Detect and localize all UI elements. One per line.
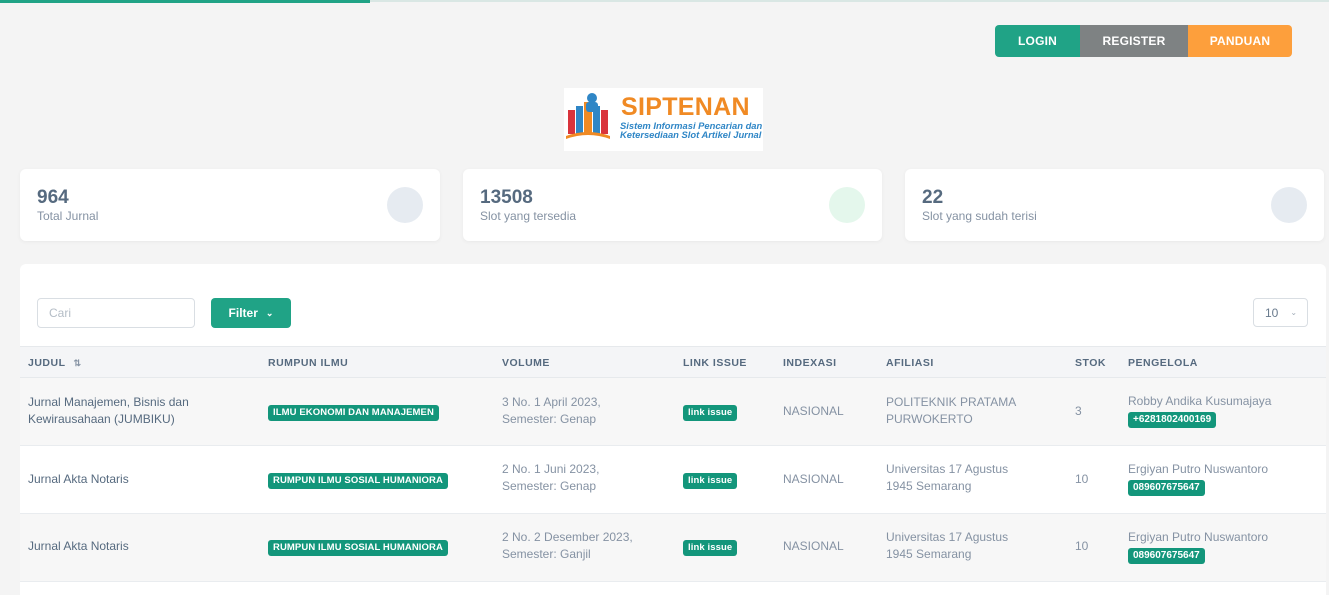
chevron-down-icon: ⌄	[1290, 308, 1298, 317]
per-page-value: 10	[1265, 305, 1279, 320]
link-issue-button[interactable]: link issue	[683, 473, 738, 489]
phone-badge[interactable]: 089607675647	[1128, 548, 1205, 564]
sort-icon[interactable]: ⇅	[74, 358, 82, 368]
stat-value: 964	[37, 187, 69, 208]
panduan-button[interactable]: PANDUAN	[1188, 25, 1292, 57]
logo-subtitle: Sistem Informasi Pencarian dan Ketersedi…	[620, 120, 763, 140]
cell-afiliasi: Universitas 17 Agustus 1945 Semarang	[886, 462, 1009, 493]
rumpun-badge: ILMU EKONOMI DAN MANAJEMEN	[268, 405, 439, 421]
filter-button[interactable]: Filter ⌄	[211, 298, 291, 328]
table-row: Jurnal Akta Notaris RUMPUN ILMU SOSIAL H…	[20, 514, 1326, 582]
stat-icon-circle	[387, 187, 423, 223]
logo-books-icon	[566, 93, 610, 139]
cell-indexasi: NASIONAL	[783, 404, 844, 418]
stat-card-slot-terisi: 22 Slot yang sudah terisi	[905, 169, 1324, 241]
stat-label: Slot yang sudah terisi	[922, 209, 1037, 223]
cell-afiliasi: Universitas 17 Agustus 1945 Semarang	[886, 530, 1009, 561]
header-judul[interactable]: JUDUL ⇅	[28, 357, 82, 369]
cell-rumpun: RUMPUN ILMU SOSIAL HUMANIORA	[268, 538, 448, 556]
cell-volume: 2 No. 2 Desember 2023, Semester: Ganjil	[502, 530, 633, 561]
phone-badge[interactable]: 089607675647	[1128, 480, 1205, 496]
stat-value: 13508	[480, 187, 533, 208]
siptenan-logo: SIPTENAN Sistem Informasi Pencarian dan …	[564, 88, 763, 151]
cell-pengelola: Ergiyan Putro Nuswantoro 089607675647	[1128, 529, 1268, 564]
cell-judul: Jurnal Akta Notaris	[28, 539, 129, 553]
link-issue-button[interactable]: link issue	[683, 405, 738, 421]
stat-icon-circle	[829, 187, 865, 223]
cell-rumpun: ILMU EKONOMI DAN MANAJEMEN	[268, 403, 439, 421]
logo-title: SIPTENAN	[621, 93, 750, 121]
table-row: Jurnal Akta Notaris RUMPUN ILMU SOSIAL H…	[20, 446, 1326, 514]
link-issue-button[interactable]: link issue	[683, 540, 738, 556]
filter-label: Filter	[228, 306, 258, 320]
table-header: JUDUL ⇅ RUMPUN ILMU VOLUME LINK ISSUE IND…	[20, 346, 1326, 378]
rumpun-badge: RUMPUN ILMU SOSIAL HUMANIORA	[268, 540, 448, 556]
cell-stok: 10	[1075, 539, 1089, 553]
rumpun-badge: RUMPUN ILMU SOSIAL HUMANIORA	[268, 473, 448, 489]
header-link: LINK ISSUE	[683, 357, 747, 369]
stat-card-slot-tersedia: 13508 Slot yang tersedia	[463, 169, 882, 241]
cell-link: link issue	[683, 471, 738, 489]
cell-pengelola: Robby Andika Kusumajaya +6281802400169	[1128, 393, 1271, 428]
header-pengelola: PENGELOLA	[1128, 357, 1198, 369]
cell-stok: 10	[1075, 472, 1089, 486]
cell-afiliasi: POLITEKNIK PRATAMA PURWOKERTO	[886, 395, 1017, 426]
cell-link: link issue	[683, 538, 738, 556]
stat-icon-circle	[1271, 187, 1307, 223]
stat-value: 22	[922, 187, 944, 208]
per-page-select[interactable]: 10 ⌄	[1253, 298, 1308, 327]
cell-judul: Jurnal Akta Notaris	[28, 472, 129, 486]
cell-rumpun: RUMPUN ILMU SOSIAL HUMANIORA	[268, 471, 448, 489]
header-afiliasi: AFILIASI	[886, 357, 934, 369]
stat-label: Total Jurnal	[37, 209, 99, 223]
cell-link: link issue	[683, 403, 738, 421]
table-row: Jurnal Manajemen, Bisnis dan Kewirausahaa…	[20, 378, 1326, 446]
top-navigation: LOGIN REGISTER PANDUAN	[995, 25, 1292, 57]
header-rumpun: RUMPUN ILMU	[268, 357, 349, 369]
stat-label: Slot yang tersedia	[480, 209, 577, 223]
search-input[interactable]	[37, 298, 195, 328]
cell-stok: 3	[1075, 404, 1082, 418]
journal-table-panel: Filter ⌄ 10 ⌄ JUDUL⇅ RUMPUN ILMU VOLUME …	[20, 264, 1326, 595]
header-indexasi: INDEXASI	[783, 357, 837, 369]
cell-indexasi: NASIONAL	[783, 472, 844, 486]
cell-volume: 3 No. 1 April 2023, Semester: Genap	[502, 395, 601, 426]
loading-progress-bar	[0, 0, 370, 3]
register-button[interactable]: REGISTER	[1080, 25, 1188, 57]
cell-volume: 2 No. 1 Juni 2023, Semester: Genap	[502, 462, 600, 493]
phone-badge[interactable]: +6281802400169	[1128, 412, 1217, 428]
cell-pengelola: Ergiyan Putro Nuswantoro 089607675647	[1128, 461, 1268, 496]
cell-judul: Jurnal Manajemen, Bisnis dan Kewirausahaa…	[28, 395, 189, 426]
header-volume: VOLUME	[502, 357, 550, 369]
header-stok: STOK	[1075, 357, 1106, 369]
stat-card-total-jurnal: 964 Total Jurnal	[20, 169, 440, 241]
login-button[interactable]: LOGIN	[995, 25, 1080, 57]
chevron-down-icon: ⌄	[265, 307, 274, 318]
cell-indexasi: NASIONAL	[783, 539, 844, 553]
